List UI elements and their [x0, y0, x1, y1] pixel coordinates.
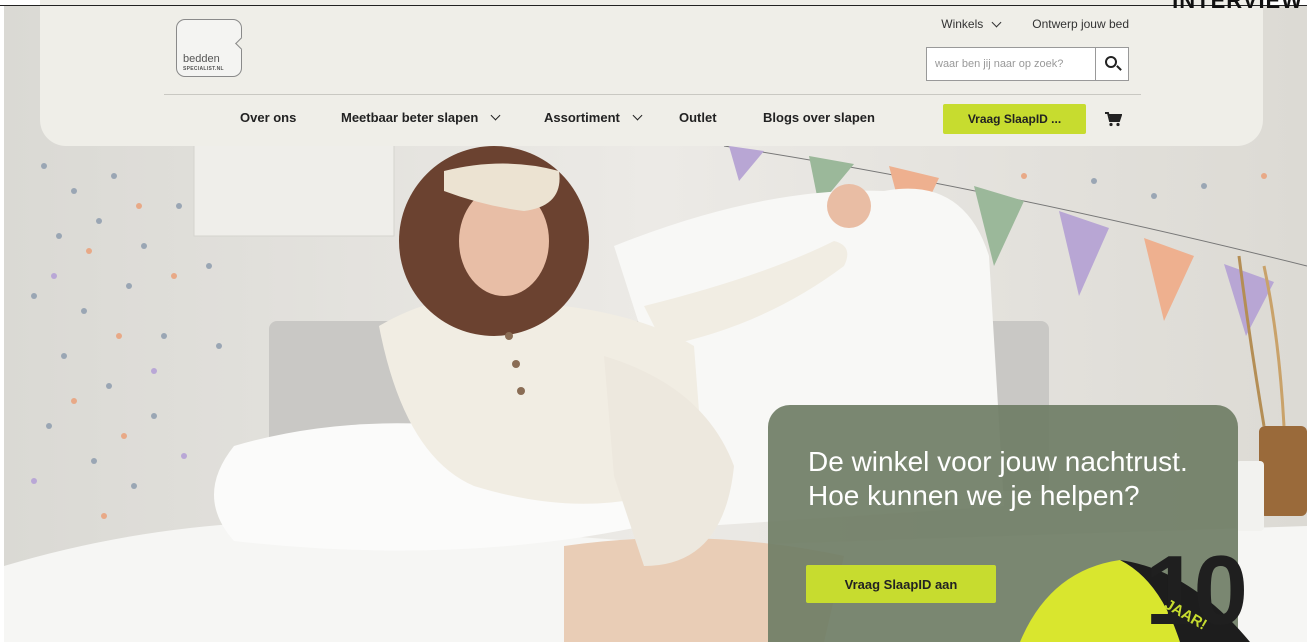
top-link-ontwerp-jouw-bed[interactable]: Ontwerp jouw bed [1032, 17, 1129, 31]
top-border-line [0, 5, 1307, 6]
logo-text-secondary: SPECIALIST.NL [183, 66, 224, 72]
page-frame: INTERVIEW bedden SPECIALIST.NL Winkels O… [0, 0, 1307, 642]
chevron-down-icon [632, 110, 643, 121]
search-icon-handle [1116, 65, 1123, 71]
vraag-slaapid-aan-button[interactable]: Vraag SlaapID aan [806, 565, 996, 603]
anniversary-badge: 10 JAAR! [1010, 540, 1307, 642]
nav-item-label: Assortiment [544, 110, 620, 125]
nav-item-meetbaar-beter-slapen[interactable]: Meetbaar beter slapen [341, 110, 501, 125]
top-links: Winkels Ontwerp jouw bed [941, 17, 1129, 31]
cart-icon[interactable] [1104, 111, 1122, 127]
nav-item-blogs-over-slapen[interactable]: Blogs over slapen [763, 110, 875, 125]
nav-item-outlet[interactable]: Outlet [679, 110, 717, 125]
nav-item-label: Over ons [240, 110, 297, 125]
chevron-down-icon [490, 110, 501, 121]
hero-headline: De winkel voor jouw nachtrust. Hoe kunne… [808, 446, 1188, 511]
search-bar [926, 47, 1129, 81]
site-header: bedden SPECIALIST.NL Winkels Ontwerp jou… [40, 0, 1263, 146]
top-link-winkels[interactable]: Winkels [941, 17, 1002, 31]
top-link-winkels-label: Winkels [941, 17, 984, 31]
vraag-slaapid-header-button[interactable]: Vraag SlaapID ... [943, 104, 1086, 134]
corner-label: INTERVIEW [1172, 0, 1303, 13]
nav-item-label: Meetbaar beter slapen [341, 110, 479, 125]
search-input[interactable] [927, 48, 1096, 80]
top-link-ontwerp-label: Ontwerp jouw bed [1032, 17, 1129, 31]
nav-item-assortiment[interactable]: Assortiment [544, 110, 643, 125]
chevron-down-icon [991, 17, 1002, 27]
nav-item-over-ons[interactable]: Over ons [240, 110, 296, 125]
search-button[interactable] [1095, 48, 1128, 80]
logo-notch-decoration [235, 37, 248, 50]
nav-item-label: Blogs over slapen [763, 110, 875, 125]
site-logo[interactable]: bedden SPECIALIST.NL [176, 19, 248, 77]
logo-text-primary: bedden [183, 53, 220, 65]
nav-item-label: Outlet [679, 110, 717, 125]
header-divider [164, 94, 1141, 95]
